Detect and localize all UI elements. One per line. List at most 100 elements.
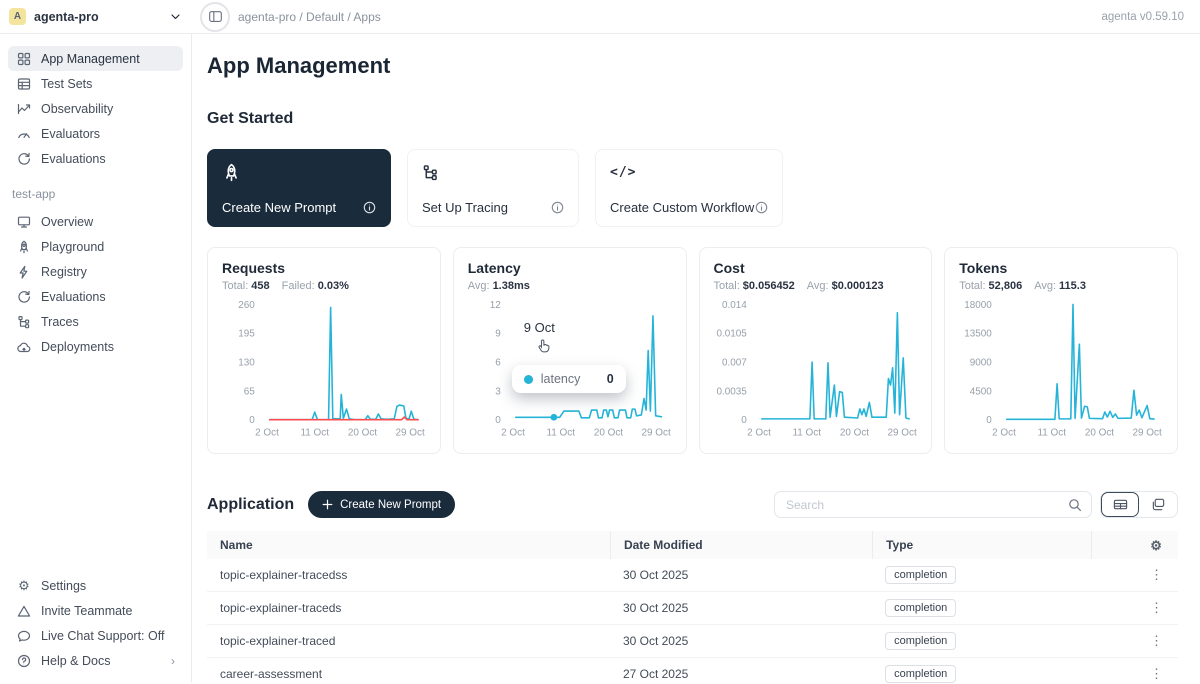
table-header: Name Date Modified Type ⚙	[207, 531, 1178, 559]
version-label: agenta v0.59.10	[1102, 11, 1200, 23]
stat-total: Total:$0.056452	[714, 280, 795, 292]
svg-text:11 Oct: 11 Oct	[1038, 428, 1067, 439]
sidebar-item-help-docs[interactable]: Help & Docs ›	[8, 648, 183, 673]
sidebar-item-app-management[interactable]: App Management	[8, 46, 183, 71]
svg-text:3: 3	[495, 386, 501, 397]
svg-text:130: 130	[238, 358, 255, 369]
sidebar-toggle-highlight	[200, 2, 230, 32]
svg-text:65: 65	[244, 386, 256, 397]
tooltip-value: 0	[607, 372, 614, 386]
create-custom-workflow-card[interactable]: </> Create Custom Workflow	[595, 149, 783, 227]
chart-title: Cost	[714, 260, 918, 276]
type-badge: completion	[885, 566, 956, 584]
sidebar-item-label: Invite Teammate	[41, 604, 132, 618]
sidebar-item-invite-teammate[interactable]: Invite Teammate	[8, 598, 183, 623]
search-icon[interactable]	[1068, 498, 1082, 512]
tokens-line-chart[interactable]: 18000135009000450002 Oct11 Oct20 Oct29 O…	[959, 294, 1163, 440]
app-name[interactable]: career-assessment	[207, 667, 610, 681]
column-settings[interactable]: ⚙	[1091, 531, 1178, 559]
get-started-title: Get Started	[207, 110, 1178, 128]
column-header-type[interactable]: Type	[872, 531, 1090, 559]
search-input[interactable]	[784, 497, 1068, 513]
app-date: 30 Oct 2025	[610, 601, 872, 615]
row-actions[interactable]: ⋮	[1091, 666, 1178, 682]
app-type: completion	[872, 599, 1090, 617]
table-row[interactable]: topic-explainer-traceds 30 Oct 2025 comp…	[207, 592, 1178, 625]
circular-arrow-icon	[16, 289, 32, 305]
table-row[interactable]: career-assessment 27 Oct 2025 completion…	[207, 658, 1178, 683]
type-badge: completion	[885, 599, 956, 617]
column-header-name[interactable]: Name	[207, 537, 610, 553]
gear-icon: ⚙	[1150, 539, 1162, 552]
info-icon[interactable]	[755, 201, 768, 214]
row-actions[interactable]: ⋮	[1091, 600, 1178, 616]
sidebar-item-test-sets[interactable]: Test Sets	[8, 71, 183, 96]
breadcrumb[interactable]: agenta-pro / Default / Apps	[238, 10, 381, 24]
svg-text:9: 9	[495, 329, 501, 340]
chevron-right-icon: ›	[171, 654, 175, 668]
sidebar-item-evaluations[interactable]: Evaluations	[8, 146, 183, 171]
sidebar-toggle-button[interactable]	[204, 6, 226, 28]
column-header-date-modified[interactable]: Date Modified	[610, 531, 872, 559]
svg-text:29 Oct: 29 Oct	[641, 428, 670, 439]
stat-avg: Avg:1.38ms	[468, 280, 530, 292]
table-row[interactable]: topic-explainer-traced 30 Oct 2025 compl…	[207, 625, 1178, 658]
legend-dot	[524, 375, 533, 384]
latency-chart-card: Latency Avg:1.38ms 1296302 Oct11 Oct20 O…	[453, 247, 687, 454]
tree-icon	[422, 161, 564, 183]
requests-line-chart[interactable]: 2601951306502 Oct11 Oct20 Oct29 Oct	[222, 294, 426, 440]
table-view-button[interactable]	[1101, 492, 1139, 517]
stat-failed: Failed:0.03%	[282, 280, 349, 292]
sidebar-item-observability[interactable]: Observability	[8, 96, 183, 121]
svg-text:12: 12	[490, 300, 502, 311]
sidebar-item-label: Evaluations	[41, 290, 106, 304]
sidebar-item-deployments[interactable]: Deployments	[8, 334, 183, 359]
svg-text:4500: 4500	[970, 386, 993, 397]
app-name[interactable]: topic-explainer-tracedss	[207, 568, 610, 582]
card-view-button[interactable]	[1139, 492, 1177, 517]
grid-icon	[16, 51, 32, 67]
row-actions[interactable]: ⋮	[1091, 633, 1178, 649]
tree-icon	[16, 314, 32, 330]
application-header: Application Create New Prompt	[207, 491, 1178, 518]
sidebar-item-registry[interactable]: Registry	[8, 259, 183, 284]
sidebar-item-traces[interactable]: Traces	[8, 309, 183, 334]
sidebar-item-label: Test Sets	[41, 77, 92, 91]
row-actions[interactable]: ⋮	[1091, 567, 1178, 583]
svg-text:2 Oct: 2 Oct	[255, 428, 279, 439]
workspace-switcher[interactable]: A agenta-pro	[0, 8, 192, 25]
sidebar-item-settings[interactable]: ⚙ Settings	[8, 573, 183, 598]
app-type: completion	[872, 566, 1090, 584]
table-row[interactable]: topic-explainer-tracedss 30 Oct 2025 com…	[207, 559, 1178, 592]
info-icon[interactable]	[363, 201, 376, 214]
info-icon[interactable]	[551, 201, 564, 214]
sidebar-item-label: Evaluations	[41, 152, 106, 166]
app-name[interactable]: topic-explainer-traceds	[207, 601, 610, 615]
create-new-prompt-button[interactable]: Create New Prompt	[308, 491, 455, 518]
cost-line-chart[interactable]: 0.0140.01050.0070.003502 Oct11 Oct20 Oct…	[714, 294, 918, 440]
sidebar-item-overview[interactable]: Overview	[8, 209, 183, 234]
sidebar-item-evaluations-app[interactable]: Evaluations	[8, 284, 183, 309]
monitor-icon	[16, 214, 32, 230]
ellipsis-icon: ⋮	[1148, 633, 1165, 649]
svg-text:2 Oct: 2 Oct	[992, 428, 1016, 439]
svg-text:0: 0	[741, 415, 747, 426]
sidebar-item-label: Playground	[41, 240, 104, 254]
circular-arrow-icon	[16, 151, 32, 167]
sidebar-item-label: Deployments	[41, 340, 114, 354]
svg-text:18000: 18000	[964, 300, 992, 311]
rocket-icon	[222, 161, 376, 183]
card-label: Create Custom Workflow	[610, 200, 754, 215]
sidebar-group-label-test-app: test-app	[12, 187, 183, 201]
sidebar-item-playground[interactable]: Playground	[8, 234, 183, 259]
sidebar-item-live-chat-support[interactable]: Live Chat Support: Off	[8, 623, 183, 648]
create-new-prompt-card[interactable]: Create New Prompt	[207, 149, 391, 227]
ellipsis-icon: ⋮	[1148, 600, 1165, 616]
chat-icon	[16, 628, 32, 644]
app-name[interactable]: topic-explainer-traced	[207, 634, 610, 648]
svg-text:195: 195	[238, 329, 255, 340]
sidebar-item-evaluators[interactable]: Evaluators	[8, 121, 183, 146]
sidebar-item-label: Evaluators	[41, 127, 100, 141]
app-date: 27 Oct 2025	[610, 667, 872, 681]
set-up-tracing-card[interactable]: Set Up Tracing	[407, 149, 579, 227]
